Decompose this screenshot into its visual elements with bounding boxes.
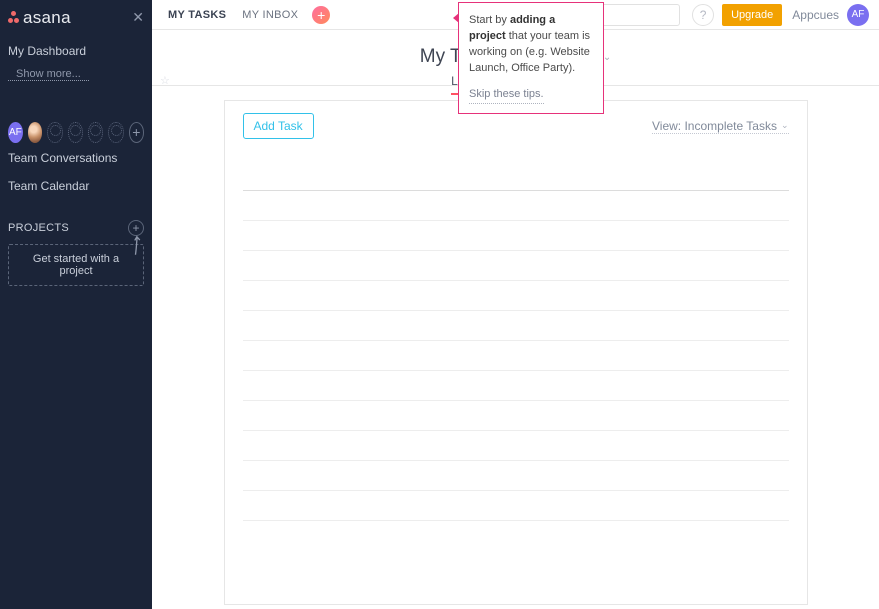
task-row[interactable] xyxy=(243,371,789,401)
task-row[interactable] xyxy=(243,341,789,371)
workspace-menu[interactable]: Appcues xyxy=(792,8,839,22)
asana-logo[interactable]: asana xyxy=(8,8,71,28)
favorite-star-icon[interactable]: ☆ xyxy=(160,74,170,87)
avatar-placeholder xyxy=(47,122,62,143)
get-started-label: Get started with a project xyxy=(33,253,119,277)
task-rows xyxy=(225,147,807,521)
topbar-tabs: MY TASKS MY INBOX xyxy=(152,9,298,21)
projects-header: PROJECTS xyxy=(8,222,69,234)
sidebar-item-dashboard[interactable]: My Dashboard xyxy=(0,38,152,64)
asana-logo-icon xyxy=(8,11,20,25)
chevron-down-icon: ⌄ xyxy=(603,52,611,63)
avatar-placeholder xyxy=(68,122,83,143)
help-button[interactable]: ? xyxy=(692,4,714,26)
task-row[interactable] xyxy=(243,431,789,461)
task-row[interactable] xyxy=(243,401,789,431)
view-filter-label: View: Incomplete Tasks xyxy=(652,119,777,133)
avatar-placeholder xyxy=(88,122,103,143)
show-more-link[interactable]: Show more... xyxy=(8,68,89,81)
team-avatars: AF + xyxy=(0,120,152,144)
add-project-button[interactable]: + xyxy=(128,220,144,236)
task-row[interactable] xyxy=(243,221,789,251)
avatar-self-top[interactable]: AF xyxy=(847,4,869,26)
add-task-button[interactable]: Add Task xyxy=(243,113,314,139)
sidebar: asana ✕ My Dashboard Show more... AF + T… xyxy=(0,0,152,609)
tab-my-inbox[interactable]: MY INBOX xyxy=(242,9,298,21)
task-row[interactable] xyxy=(243,191,789,221)
add-member-button[interactable]: + xyxy=(129,122,144,143)
sidebar-item-team-conversations[interactable]: Team Conversations xyxy=(0,144,152,172)
collapse-sidebar-icon[interactable]: ✕ xyxy=(132,9,144,26)
task-row[interactable] xyxy=(243,491,789,521)
get-started-project[interactable]: Get started with a project xyxy=(8,244,144,286)
upgrade-button[interactable]: Upgrade xyxy=(722,4,782,26)
arrow-up-icon xyxy=(128,234,147,257)
task-row[interactable] xyxy=(243,311,789,341)
tab-my-tasks[interactable]: MY TASKS xyxy=(168,9,226,21)
view-filter-menu[interactable]: View: Incomplete Tasks ⌄ xyxy=(652,119,789,134)
avatar-placeholder xyxy=(108,122,123,143)
quick-add-button[interactable]: + xyxy=(312,6,330,24)
avatar-member[interactable] xyxy=(28,122,43,143)
task-row[interactable] xyxy=(243,151,789,191)
logo-row: asana ✕ xyxy=(0,0,152,28)
task-row[interactable] xyxy=(243,461,789,491)
avatar-self[interactable]: AF xyxy=(8,122,23,143)
sidebar-item-team-calendar[interactable]: Team Calendar xyxy=(0,172,152,200)
projects-header-row: PROJECTS + xyxy=(0,220,152,236)
task-panel: Add Task View: Incomplete Tasks ⌄ xyxy=(224,100,808,605)
skip-tips-link[interactable]: Skip these tips. xyxy=(469,87,544,104)
task-row[interactable] xyxy=(243,251,789,281)
tip-text-prefix: Start by xyxy=(469,14,510,26)
chevron-down-icon: ⌄ xyxy=(781,120,789,131)
asana-wordmark: asana xyxy=(23,8,71,28)
task-row[interactable] xyxy=(243,281,789,311)
main: MY TASKS MY INBOX + ? Upgrade Appcues AF… xyxy=(152,0,879,609)
onboarding-tip: Start by adding a project that your team… xyxy=(458,2,604,114)
